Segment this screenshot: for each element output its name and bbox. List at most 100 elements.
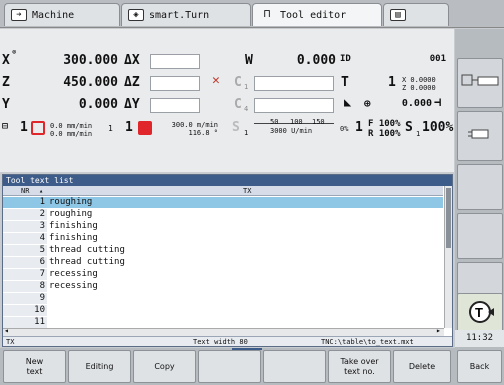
back-button[interactable]: Back <box>457 350 502 383</box>
scroll-left-icon[interactable]: ◂ <box>4 326 9 335</box>
axis-dx-label: ΔX <box>124 53 140 68</box>
axis-dz-label: ΔZ <box>124 75 140 90</box>
horizontal-scrollbar[interactable]: ◂ ▸ <box>3 326 444 336</box>
row-nr: 4 <box>3 233 47 244</box>
table-row[interactable]: 6 thread cutting <box>3 257 443 268</box>
s1-sub: 1 <box>416 130 421 138</box>
status-row-z: Z 450.000 ΔZ ✕ C 1 T 1 X 0.0000 Z 0.0000 <box>0 73 454 95</box>
row-nr: 1 <box>3 197 47 208</box>
axis-y-value: 0.000 <box>78 97 118 112</box>
spindle-tick-150: 150 <box>312 118 325 126</box>
window-title: Tool text list <box>3 175 452 186</box>
empty-softkey-4[interactable] <box>198 350 261 383</box>
table-row[interactable]: 2 roughing <box>3 209 443 220</box>
table-row[interactable]: 1 roughing <box>3 197 443 208</box>
empty-softkey-2[interactable] <box>457 213 503 259</box>
tool-t-label: T <box>341 75 349 90</box>
c1-box <box>254 76 334 91</box>
speed-value-1: 300.0 m/min <box>171 121 218 129</box>
tab-machine-label: Machine <box>32 9 75 21</box>
axis-z-value: 450.000 <box>63 75 118 90</box>
clock: 11:32 <box>455 330 504 347</box>
row-tx: recessing <box>49 269 98 279</box>
machine-mode-icon: ➔ <box>11 9 27 21</box>
window-status-bar: TX Text width 80 TNC:\table\to_text.mxt <box>3 336 452 346</box>
tool-z-offset: Z 0.0000 <box>402 84 436 92</box>
rapid-override: R 100% <box>368 129 401 139</box>
spindle-percent: 0% <box>340 125 349 133</box>
feed-icon: ⊟ <box>2 121 9 132</box>
svg-text:T: T <box>475 305 483 320</box>
s1-label: S <box>405 120 413 135</box>
feed-value-2: 0.0 mm/min <box>50 130 93 138</box>
smart-turn-icon: ◈ <box>128 9 144 21</box>
editing-button[interactable]: Editing <box>68 350 131 383</box>
tool-length-icon: ⊣ <box>434 95 442 109</box>
row-nr: 9 <box>3 293 47 304</box>
scroll-right-icon[interactable]: ▸ <box>436 326 441 335</box>
row-nr: 3 <box>3 221 47 232</box>
row-nr: 11 <box>3 317 47 328</box>
spindle-rpm-value: 3000 U/min <box>270 127 313 135</box>
feed-stop-icon <box>31 121 45 135</box>
new-text-button[interactable]: New text <box>3 350 66 383</box>
softkey-row-indicator <box>232 348 262 350</box>
column-header-nr[interactable]: NR <box>21 186 29 196</box>
empty-softkey-5[interactable] <box>263 350 326 383</box>
table-row[interactable]: 9 <box>3 293 443 304</box>
empty-softkey-1[interactable] <box>457 164 503 210</box>
tab-tool-editor[interactable]: ⊓ Tool editor <box>252 3 382 26</box>
vertical-scroll-thumb[interactable] <box>446 188 451 248</box>
channel-b: 1 <box>355 120 363 135</box>
status-row-x: X 300.000 ΔX W 0.000 ID 001 <box>0 51 454 73</box>
row-tx: thread cutting <box>49 245 125 255</box>
column-header-tx[interactable]: TX <box>243 186 251 196</box>
row-nr: 6 <box>3 257 47 268</box>
tool-offset-value: 0.000 <box>401 98 432 109</box>
tool-table-softkey[interactable]: T <box>457 293 503 333</box>
tab-tool-editor-label: Tool editor <box>280 9 347 21</box>
s-sub: 1 <box>244 129 249 137</box>
spindle-tick-50: 50 <box>270 118 279 126</box>
spindle-bar: 50 100 150 3000 U/min <box>254 118 334 136</box>
status-row-y: Y 0.000 ΔY C 4 ◣ ⊕ 0.000 ⊣ <box>0 95 454 117</box>
s-label-grey: S <box>232 120 240 135</box>
table-row[interactable]: 11 <box>3 317 443 328</box>
vertical-scrollbar[interactable] <box>444 186 452 328</box>
row-tx: thread cutting <box>49 257 125 267</box>
table-row[interactable]: 3 finishing <box>3 221 443 232</box>
axis-y-label: Y <box>2 97 10 112</box>
speed-value-2: 116.8 ° <box>188 129 218 137</box>
feed-override: F 100% <box>368 119 401 129</box>
table-header: NR ▴ TX <box>3 186 443 196</box>
machine-layout-icon <box>461 74 499 86</box>
table-row[interactable]: 7 recessing <box>3 269 443 280</box>
row-tx: roughing <box>49 197 93 207</box>
tool-center-icon: ⊕ <box>364 97 371 110</box>
table-row[interactable]: 10 <box>3 305 443 316</box>
delete-button[interactable]: Delete <box>393 350 451 383</box>
status-file-path: TNC:\table\to_text.mxt <box>321 338 414 346</box>
save-icon: ▤ <box>390 9 406 21</box>
row-nr: 2 <box>3 209 47 220</box>
tab-machine[interactable]: ➔ Machine <box>4 3 120 26</box>
tab-save[interactable]: ▤ <box>383 3 449 26</box>
horizontal-softkey-bar: New text Editing Copy Take over text no. D… <box>0 348 504 385</box>
tool-t-value: 1 <box>388 75 396 90</box>
copy-button[interactable]: Copy <box>133 350 196 383</box>
machine-view-softkey[interactable] <box>457 58 503 108</box>
channel-a-label: 1 <box>20 120 28 135</box>
axis-z-label: Z <box>2 75 10 90</box>
mode-tab-bar: ➔ Machine ◈ smart.Turn ⊓ Tool editor ▤ <box>0 0 504 28</box>
spindle-stop-icon <box>138 121 152 135</box>
c1-label: C <box>234 75 242 90</box>
c1-sub: 1 <box>244 83 249 91</box>
tool-view-softkey[interactable] <box>457 111 503 161</box>
take-over-text-no-button[interactable]: Take over text no. <box>328 350 391 383</box>
table-row[interactable]: 5 thread cutting <box>3 245 443 256</box>
feed-value-1: 0.0 mm/min <box>50 122 93 130</box>
table-row[interactable]: 4 finishing <box>3 233 443 244</box>
id-value: 001 <box>429 54 446 64</box>
tab-smart-turn[interactable]: ◈ smart.Turn <box>121 3 251 26</box>
table-row[interactable]: 8 recessing <box>3 281 443 292</box>
